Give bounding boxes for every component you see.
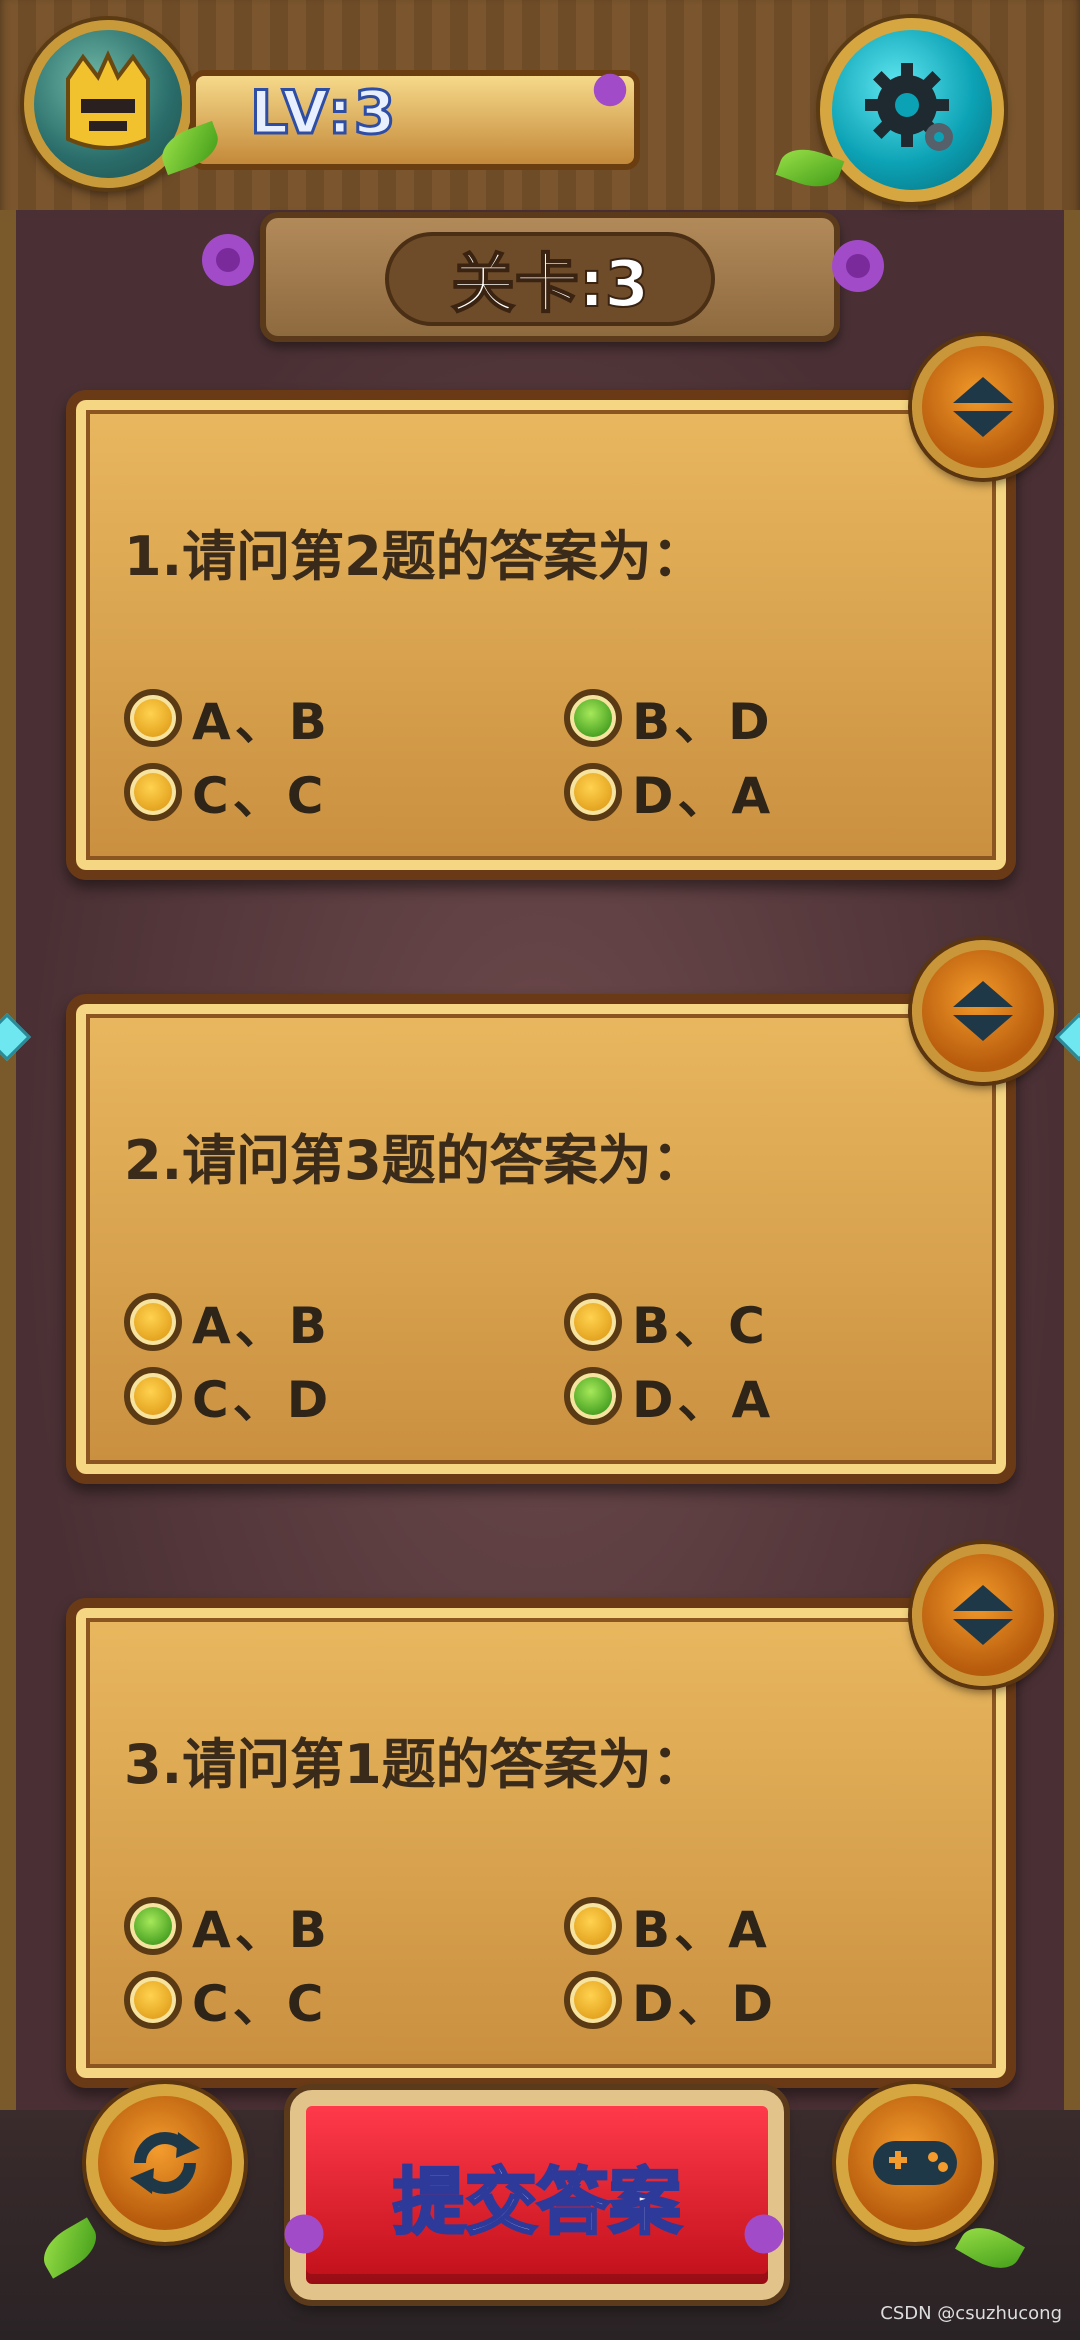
radio-selected-icon[interactable]	[124, 1897, 182, 1955]
gear-icon	[865, 63, 953, 151]
refresh-icon	[130, 2132, 200, 2194]
option-label: A、B	[192, 1901, 331, 1959]
option-a[interactable]: A、B	[124, 682, 331, 754]
flower-icon	[744, 2214, 784, 2254]
collapse-button-2[interactable]	[912, 940, 1054, 1082]
flower-icon	[202, 234, 254, 286]
radio-icon[interactable]	[124, 763, 182, 821]
refresh-button[interactable]	[86, 2084, 244, 2242]
watermark: CSDN @csuzhucong	[880, 2303, 1062, 2324]
option-d[interactable]: D、A	[564, 1360, 774, 1432]
question-text: 2.请问第3题的答案为：	[124, 1129, 706, 1192]
radio-icon[interactable]	[124, 1971, 182, 2029]
option-label: A、B	[192, 693, 331, 751]
radio-icon[interactable]	[564, 1293, 622, 1351]
question-text: 1.请问第2题的答案为：	[124, 525, 706, 588]
flower-icon	[284, 2214, 324, 2254]
option-a[interactable]: A、B	[124, 1286, 331, 1358]
game-button[interactable]	[836, 2084, 994, 2242]
collapse-toggle-icon	[953, 981, 1013, 1041]
option-c[interactable]: C、D	[124, 1360, 332, 1432]
flower-icon	[593, 73, 627, 107]
option-label: D、A	[632, 1371, 775, 1429]
radio-icon[interactable]	[124, 689, 182, 747]
gamepad-icon	[873, 2141, 957, 2185]
radio-icon[interactable]	[124, 1367, 182, 1425]
collapse-toggle-icon	[953, 377, 1013, 437]
stage-label-frame: 关卡:3	[385, 232, 715, 326]
option-label: D、A	[632, 767, 775, 825]
radio-icon[interactable]	[124, 1293, 182, 1351]
question-card-2: 2.请问第3题的答案为： A、B B、C C、D D、A	[66, 994, 1016, 1484]
option-label: C、D	[192, 1371, 333, 1429]
submit-answer-button[interactable]: 提交答案	[290, 2090, 784, 2300]
option-label: C、C	[192, 1975, 328, 2033]
option-label: B、A	[632, 1901, 771, 1959]
settings-button[interactable]	[820, 18, 1004, 202]
option-a[interactable]: A、B	[124, 1890, 331, 1962]
radio-icon[interactable]	[564, 1897, 622, 1955]
option-b[interactable]: B、D	[564, 682, 774, 754]
option-b[interactable]: B、C	[564, 1286, 769, 1358]
radio-selected-icon[interactable]	[564, 1367, 622, 1425]
option-d[interactable]: D、A	[564, 756, 774, 828]
collapse-toggle-icon	[953, 1585, 1013, 1645]
option-label: B、C	[632, 1297, 769, 1355]
stage-label: 关卡:3	[450, 247, 650, 323]
knight-helmet-icon	[66, 50, 150, 150]
option-c[interactable]: C、C	[124, 756, 327, 828]
option-b[interactable]: B、A	[564, 1890, 771, 1962]
question-text: 3.请问第1题的答案为：	[124, 1733, 706, 1796]
option-d[interactable]: D、D	[564, 1964, 777, 2036]
question-card-3: 3.请问第1题的答案为： A、B B、A C、C D、D	[66, 1598, 1016, 2088]
option-label: D、D	[632, 1975, 778, 2033]
radio-icon[interactable]	[564, 763, 622, 821]
radio-icon[interactable]	[564, 1971, 622, 2029]
collapse-button-1[interactable]	[912, 336, 1054, 478]
option-c[interactable]: C、C	[124, 1964, 327, 2036]
submit-label: 提交答案	[391, 2158, 682, 2245]
flower-icon	[832, 240, 884, 292]
question-card-1: 1.请问第2题的答案为： A、B B、D C、C D、A	[66, 390, 1016, 880]
radio-selected-icon[interactable]	[564, 689, 622, 747]
option-label: B、D	[632, 693, 774, 751]
level-label: LV:3	[248, 77, 398, 150]
option-label: C、C	[192, 767, 328, 825]
collapse-button-3[interactable]	[912, 1544, 1054, 1686]
option-label: A、B	[192, 1297, 331, 1355]
